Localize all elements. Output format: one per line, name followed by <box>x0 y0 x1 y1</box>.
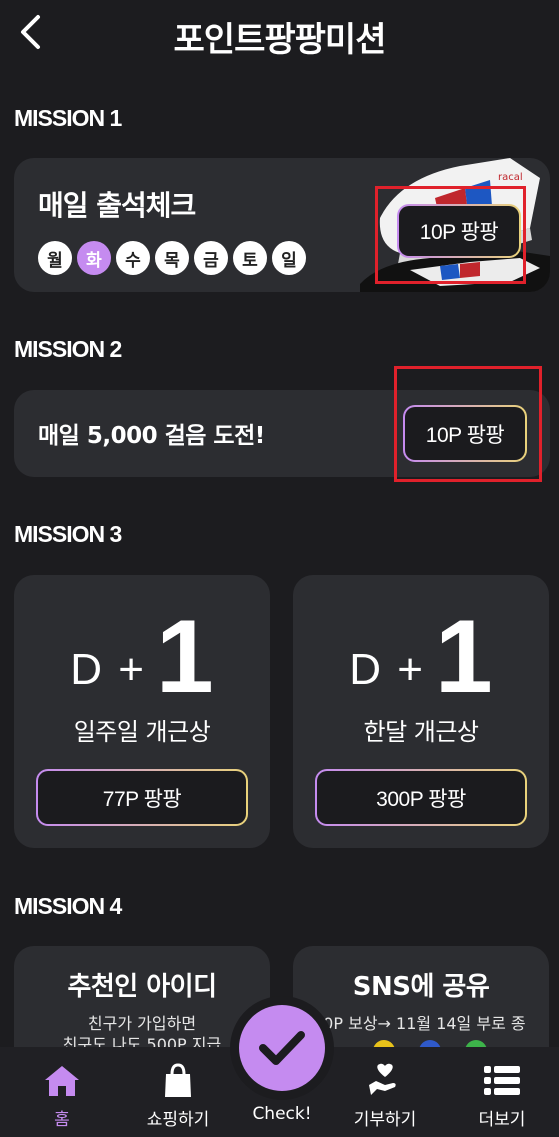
nav-more[interactable]: 더보기 <box>452 1047 552 1137</box>
referral-title: 추천인 아이디 <box>67 972 217 1002</box>
day-fri: 금 <box>194 241 228 275</box>
nav-home[interactable]: 홈 <box>12 1047 112 1137</box>
weekly-attendance-card: D + 1 일주일 개근상 77P 팡팡 <box>14 575 270 848</box>
page-title: 포인트팡팡미션 <box>173 20 387 60</box>
mission2-label: MISSION 2 <box>14 336 122 362</box>
sns-share-desc: 50P 보상→ 11월 14일 부로 종 <box>313 1014 526 1033</box>
highlight-box <box>394 366 542 482</box>
nav-shopping[interactable]: 쇼핑하기 <box>128 1047 228 1137</box>
nav-home-label: 홈 <box>54 1110 70 1130</box>
weekly-attendance-title: 일주일 개근상 <box>73 718 211 746</box>
day-mon: 월 <box>38 241 72 275</box>
weekly-reward-button[interactable]: 77P 팡팡 <box>36 769 248 826</box>
nav-shopping-label: 쇼핑하기 <box>146 1110 210 1130</box>
dday-count: 1 <box>155 599 214 715</box>
day-sat: 토 <box>233 241 267 275</box>
nav-more-label: 더보기 <box>478 1110 526 1130</box>
check-label: Check! <box>252 1104 312 1124</box>
header: 포인트팡팡미션 <box>0 0 559 70</box>
monthly-reward-button[interactable]: 300P 팡팡 <box>315 769 527 826</box>
list-menu-icon <box>484 1066 520 1095</box>
dday-prefix: D + <box>70 645 146 694</box>
mission1-label: MISSION 1 <box>14 105 122 131</box>
mission2-title: 매일 5,000 걸음 도전! <box>38 423 265 449</box>
nav-donate[interactable]: 기부하기 <box>335 1047 435 1137</box>
monthly-attendance-title: 한달 개근상 <box>363 718 479 746</box>
highlight-box <box>375 186 526 284</box>
mission1-title: 매일 출석체크 <box>38 189 196 222</box>
home-icon <box>45 1066 79 1096</box>
hand-heart-icon <box>369 1063 396 1095</box>
dday-count: 1 <box>434 599 493 715</box>
sns-share-title: SNS에 공유 <box>352 972 490 1002</box>
dday-prefix: D + <box>349 645 425 694</box>
day-thu: 목 <box>155 241 189 275</box>
shopping-bag-icon <box>165 1063 191 1097</box>
svg-text:racal: racal <box>498 172 523 183</box>
nav-donate-label: 기부하기 <box>353 1110 417 1130</box>
mission4-label: MISSION 4 <box>14 893 122 919</box>
day-wed: 수 <box>116 241 150 275</box>
weekday-indicators: 월 화 수 목 금 토 일 <box>38 241 306 275</box>
mission3-label: MISSION 3 <box>14 521 122 547</box>
checkmark-icon <box>259 1031 305 1065</box>
monthly-attendance-card: D + 1 한달 개근상 300P 팡팡 <box>293 575 549 848</box>
day-sun: 일 <box>272 241 306 275</box>
check-button[interactable] <box>230 996 334 1100</box>
day-tue: 화 <box>77 241 111 275</box>
